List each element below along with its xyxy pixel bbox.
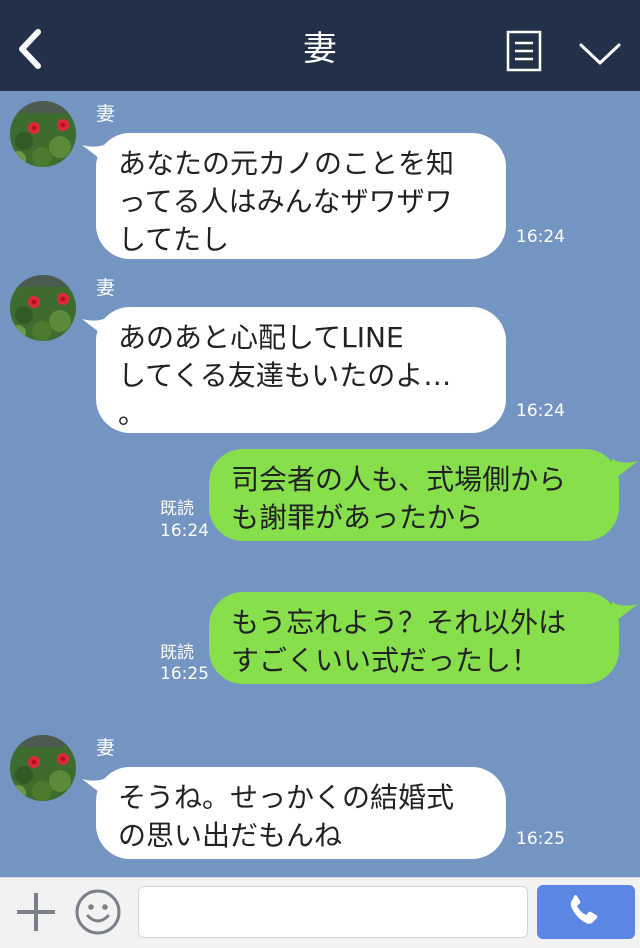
- avatar[interactable]: [10, 101, 76, 167]
- chevron-down-icon[interactable]: [578, 40, 622, 68]
- smiley-icon[interactable]: [74, 888, 122, 936]
- bubble-tail: [612, 459, 638, 481]
- avatar-flower-image: [10, 275, 76, 341]
- sender-name: 妻: [96, 737, 116, 759]
- read-receipt: 既読: [160, 643, 194, 663]
- input-bar: [0, 877, 640, 948]
- message-bubble[interactable]: もう忘れよう？それ以外は すごくいい式だったし！: [209, 592, 619, 684]
- avatar-flower-image: [10, 101, 76, 167]
- message-time: 16:25: [160, 664, 209, 684]
- sender-name: 妻: [96, 277, 116, 299]
- call-button[interactable]: [537, 885, 635, 939]
- avatar[interactable]: [10, 735, 76, 801]
- sender-name: 妻: [96, 103, 116, 125]
- avatar[interactable]: [10, 275, 76, 341]
- message-bubble[interactable]: あのあと心配してLINE してくる友達もいたのよ… 。: [96, 307, 506, 433]
- message-time: 16:24: [516, 227, 565, 247]
- message-time: 16:24: [516, 401, 565, 421]
- note-menu-icon[interactable]: [506, 30, 542, 72]
- plus-icon[interactable]: [14, 890, 58, 934]
- message-bubble[interactable]: あなたの元カノのことを知 ってる人はみんなザワザワ してたし: [96, 133, 506, 259]
- chat-title: 妻: [303, 29, 337, 69]
- message-time: 16:24: [160, 521, 209, 541]
- phone-icon: [570, 895, 598, 924]
- chat-header: 妻: [0, 0, 640, 91]
- message-bubble[interactable]: そうね。せっかくの結婚式 の思い出だもんね: [96, 767, 506, 859]
- message-time: 16:25: [516, 829, 565, 849]
- avatar-flower-image: [10, 735, 76, 801]
- read-receipt: 既読: [160, 499, 194, 519]
- bubble-tail: [612, 602, 638, 624]
- chat-area[interactable]: 妻 あなたの元カノのことを知 ってる人はみんなザワザワ してたし 16:24 妻…: [0, 91, 640, 877]
- message-bubble[interactable]: 司会者の人も、式場側から も謝罪があったから: [209, 449, 619, 541]
- message-input[interactable]: [138, 886, 528, 938]
